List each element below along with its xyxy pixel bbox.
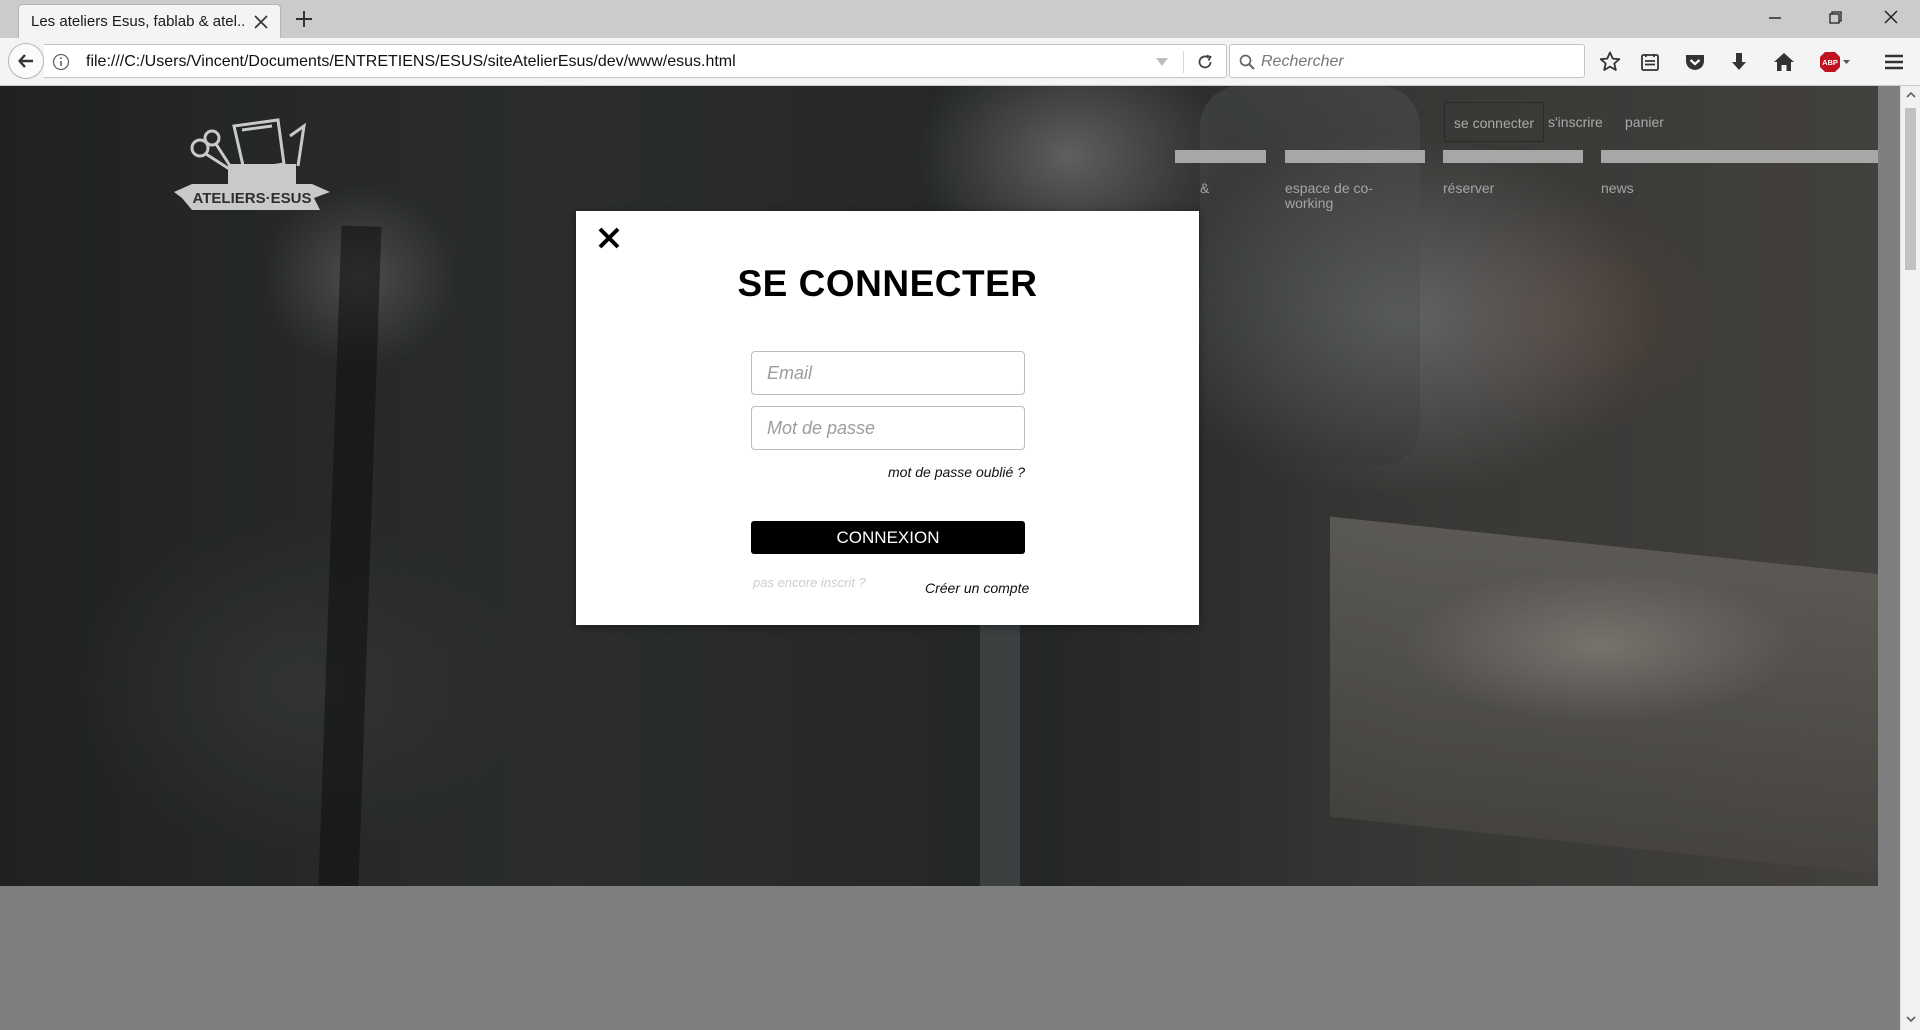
page-viewport: ATELIERS·ESUS se connecter s'inscrire pa… <box>0 86 1900 1030</box>
tab-close-icon[interactable] <box>252 13 270 31</box>
scroll-up-icon[interactable] <box>1905 90 1917 100</box>
close-icon[interactable] <box>596 225 622 251</box>
minimize-icon[interactable] <box>1760 6 1790 30</box>
login-modal: SE CONNECTER mot de passe oublié ? CONNE… <box>576 211 1199 625</box>
browser-nav-bar: file:///C:/Users/Vincent/Documents/ENTRE… <box>0 38 1920 86</box>
url-separator <box>1183 51 1184 73</box>
menu-item-partial[interactable]: & <box>1200 181 1209 196</box>
menu-bar-3 <box>1443 150 1583 163</box>
se-connecter-label: se connecter <box>1453 115 1535 131</box>
url-text[interactable]: file:///C:/Users/Vincent/Documents/ENTRE… <box>86 53 736 71</box>
scrollbar-thumb[interactable] <box>1905 108 1916 270</box>
back-arrow-icon <box>18 54 33 68</box>
modal-title: SE CONNECTER <box>737 263 1038 304</box>
search-placeholder: Rechercher <box>1261 53 1344 70</box>
search-bar[interactable]: Rechercher <box>1229 44 1585 78</box>
menu-item-news[interactable]: news <box>1601 181 1634 196</box>
panier-label: panier <box>1625 114 1664 130</box>
browser-tab-bar: Les ateliers Esus, fablab & atel... <box>0 0 1920 38</box>
info-icon[interactable] <box>52 53 70 71</box>
password-field[interactable] <box>751 406 1025 450</box>
se-connecter-link[interactable]: se connecter <box>1444 102 1544 142</box>
menu-bar-2 <box>1285 150 1425 163</box>
menu-bar-4 <box>1601 150 1878 163</box>
email-field[interactable] <box>751 351 1025 395</box>
restore-icon[interactable] <box>1820 6 1850 30</box>
hamburger-menu-icon[interactable] <box>1882 50 1906 74</box>
bookmark-star-icon[interactable] <box>1598 50 1622 74</box>
tab-title: Les ateliers Esus, fablab & atel... <box>31 13 246 30</box>
not-registered-text: pas encore inscrit ? <box>753 575 866 590</box>
create-account-link[interactable]: Créer un compte <box>925 580 1029 596</box>
sinscrire-label: s'inscrire <box>1548 114 1603 130</box>
panier-link[interactable]: panier <box>1625 102 1664 142</box>
sinscrire-link[interactable]: s'inscrire <box>1548 102 1603 142</box>
new-tab-icon[interactable] <box>293 8 315 30</box>
history-dropdown-icon[interactable] <box>1154 54 1170 70</box>
forgot-password-link[interactable]: mot de passe oublié ? <box>751 464 1025 480</box>
reader-view-icon[interactable] <box>1638 50 1662 74</box>
scroll-down-icon[interactable] <box>1905 1014 1917 1024</box>
connexion-button[interactable]: CONNEXION <box>751 521 1025 554</box>
back-button[interactable] <box>8 43 44 79</box>
logo-text: ATELIERS·ESUS <box>193 190 312 207</box>
adblock-icon[interactable]: ABP <box>1818 50 1852 74</box>
menu-bar-1 <box>1175 150 1266 163</box>
reload-icon[interactable] <box>1196 53 1214 71</box>
ateliers-esus-logo[interactable]: ATELIERS·ESUS <box>172 106 332 236</box>
menu-item-reserver[interactable]: réserver <box>1443 181 1494 196</box>
home-icon[interactable] <box>1772 50 1796 74</box>
close-window-icon[interactable] <box>1876 6 1906 30</box>
browser-tab[interactable]: Les ateliers Esus, fablab & atel... <box>18 4 281 38</box>
pocket-icon[interactable] <box>1683 50 1707 74</box>
search-icon <box>1239 54 1255 70</box>
url-bar[interactable]: file:///C:/Users/Vincent/Documents/ENTRE… <box>44 44 1227 78</box>
adblock-label: ABP <box>1822 58 1838 67</box>
downloads-icon[interactable] <box>1727 50 1751 74</box>
menu-item-coworking[interactable]: espace de co-working <box>1285 181 1375 211</box>
page-scrollbar[interactable] <box>1900 86 1920 1030</box>
